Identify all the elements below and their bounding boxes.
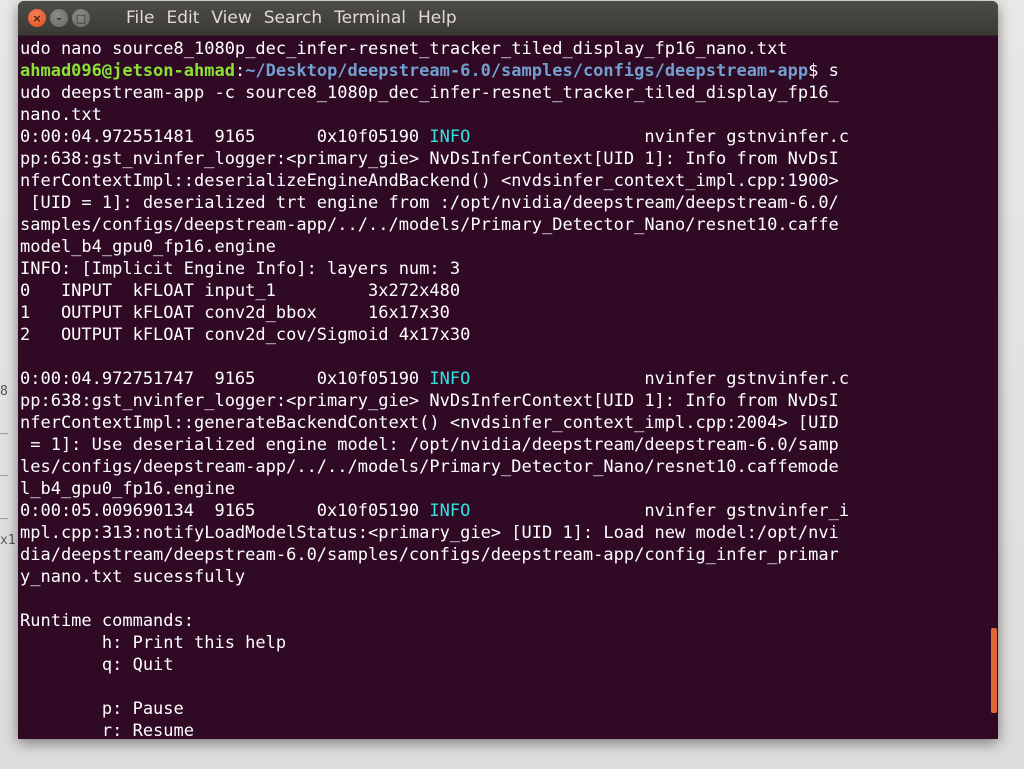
terminal-text: Runtime commands: [20, 611, 194, 631]
terminal-text: nferContextImpl::deserializeEngineAndBac… [20, 171, 839, 191]
terminal-line: les/configs/deepstream-app/../../models/… [20, 456, 984, 478]
menu-view[interactable]: View [205, 1, 257, 35]
terminal-line: l_b4_gpu0_fp16.engine [20, 478, 984, 500]
terminal-text: $ s [808, 61, 839, 81]
background-text-fragment: _ [0, 462, 8, 477]
background-text-fragment: x1 [0, 533, 16, 548]
menu-terminal[interactable]: Terminal [328, 1, 412, 35]
terminal-text: r: Resume [20, 721, 194, 739]
terminal-line: mpl.cpp:313:notifyLoadModelStatus:<prima… [20, 522, 984, 544]
terminal-text: 0:00:04.972751747 9165 0x10f05190 [20, 369, 430, 389]
terminal-line: r: Resume [20, 720, 984, 739]
terminal-line: [UID = 1]: deserialized trt engine from … [20, 192, 984, 214]
menu-help[interactable]: Help [412, 1, 463, 35]
terminal-scrollbar[interactable] [984, 36, 998, 739]
terminal-text: nano.txt [20, 105, 102, 125]
terminal-text: pp:638:gst_nvinfer_logger:<primary_gie> … [20, 149, 839, 169]
terminal-text: l_b4_gpu0_fp16.engine [20, 479, 235, 499]
prompt-user: ahmad096@jetson-ahmad [20, 61, 235, 81]
terminal-line: h: Print this help [20, 632, 984, 654]
terminal-line: INFO: [Implicit Engine Info]: layers num… [20, 258, 984, 280]
terminal-line: model_b4_gpu0_fp16.engine [20, 236, 984, 258]
terminal-text: 0 INPUT kFLOAT input_1 3x272x480 [20, 281, 461, 301]
terminal-text: pp:638:gst_nvinfer_logger:<primary_gie> … [20, 391, 839, 411]
terminal-text: nferContextImpl::generateBackendContext(… [20, 413, 839, 433]
terminal-line: 1 OUTPUT kFLOAT conv2d_bbox 16x17x30 [20, 302, 984, 324]
terminal-text: mpl.cpp:313:notifyLoadModelStatus:<prima… [20, 523, 839, 543]
terminal-text: = 1]: Use deserialized engine model: /op… [20, 435, 839, 455]
prompt-path: ~/Desktop/deepstream-6.0/samples/configs… [245, 61, 809, 81]
terminal-line: nferContextImpl::generateBackendContext(… [20, 412, 984, 434]
terminal-line: dia/deepstream/deepstream-6.0/samples/co… [20, 544, 984, 566]
terminal-line: ahmad096@jetson-ahmad:~/Desktop/deepstre… [20, 60, 984, 82]
menu-edit[interactable]: Edit [160, 1, 205, 35]
terminal-text: q: Quit [20, 655, 174, 675]
terminal-text: h: Print this help [20, 633, 287, 653]
terminal-text: les/configs/deepstream-app/../../models/… [20, 457, 839, 477]
menu-search[interactable]: Search [258, 1, 328, 35]
scrollbar-thumb[interactable] [991, 628, 997, 713]
terminal-text: model_b4_gpu0_fp16.engine [20, 237, 276, 257]
terminal-line: samples/configs/deepstream-app/../../mod… [20, 214, 984, 236]
terminal-line: nferContextImpl::deserializeEngineAndBac… [20, 170, 984, 192]
close-window-button[interactable]: × [28, 9, 46, 27]
terminal-text: 1 OUTPUT kFLOAT conv2d_bbox 16x17x30 [20, 303, 450, 323]
window-controls: × – □ [28, 9, 90, 27]
terminal-window[interactable]: × – □ File Edit View Search Terminal Hel… [18, 1, 998, 739]
background-text-fragment: _ [0, 420, 8, 435]
desktop: 8 _ _ _ x1 × – □ File Edit View Search T… [0, 0, 1024, 769]
terminal-text: : [234, 61, 246, 81]
terminal-line: nano.txt [20, 104, 984, 126]
terminal-line: 2 OUTPUT kFLOAT conv2d_cov/Sigmoid 4x17x… [20, 324, 984, 346]
terminal-text: nvinfer gstnvinfer_i [470, 501, 850, 521]
log-level-info: INFO [429, 369, 471, 389]
terminal-text: samples/configs/deepstream-app/../../mod… [20, 215, 839, 235]
menu-bar: File Edit View Search Terminal Help [120, 1, 463, 35]
log-level-info: INFO [429, 127, 471, 147]
terminal-line: q: Quit [20, 654, 984, 676]
title-bar[interactable]: × – □ File Edit View Search Terminal Hel… [18, 1, 998, 36]
background-text-fragment: 8 [0, 384, 8, 399]
terminal-line: Runtime commands: [20, 610, 984, 632]
terminal-line: udo deepstream-app -c source8_1080p_dec_… [20, 82, 984, 104]
terminal-text: udo deepstream-app -c source8_1080p_dec_… [20, 83, 839, 103]
terminal-line: 0:00:05.009690134 9165 0x10f05190 INFO n… [20, 500, 984, 522]
terminal-line: udo nano source8_1080p_dec_infer-resnet_… [20, 38, 984, 60]
terminal-line: y_nano.txt sucessfully [20, 566, 984, 588]
terminal-line: pp:638:gst_nvinfer_logger:<primary_gie> … [20, 390, 984, 412]
terminal-text: udo nano source8_1080p_dec_infer-resnet_… [20, 39, 788, 59]
terminal-text: dia/deepstream/deepstream-6.0/samples/co… [20, 545, 839, 565]
terminal-text: INFO: [Implicit Engine Info]: layers num… [20, 259, 461, 279]
terminal-text: y_nano.txt sucessfully [20, 567, 246, 587]
log-level-info: INFO [429, 501, 471, 521]
maximize-window-button[interactable]: □ [72, 9, 90, 27]
terminal-text: 0:00:04.972551481 9165 0x10f05190 [20, 127, 430, 147]
background-text-fragment: _ [0, 505, 8, 520]
terminal-line: = 1]: Use deserialized engine model: /op… [20, 434, 984, 456]
terminal-line: 0:00:04.972751747 9165 0x10f05190 INFO n… [20, 368, 984, 390]
terminal-line: 0:00:04.972551481 9165 0x10f05190 INFO n… [20, 126, 984, 148]
minimize-window-button[interactable]: – [50, 9, 68, 27]
terminal-line: p: Pause [20, 698, 984, 720]
terminal-text: 0:00:05.009690134 9165 0x10f05190 [20, 501, 430, 521]
menu-file[interactable]: File [120, 1, 160, 35]
terminal-text: nvinfer gstnvinfer.c [470, 369, 850, 389]
terminal-text: p: Pause [20, 699, 184, 719]
terminal-line: 0 INPUT kFLOAT input_1 3x272x480 [20, 280, 984, 302]
terminal-output[interactable]: udo nano source8_1080p_dec_infer-resnet_… [18, 36, 984, 739]
terminal-text: nvinfer gstnvinfer.c [470, 127, 850, 147]
terminal-line: pp:638:gst_nvinfer_logger:<primary_gie> … [20, 148, 984, 170]
terminal-text: 2 OUTPUT kFLOAT conv2d_cov/Sigmoid 4x17x… [20, 325, 471, 345]
terminal-text: [UID = 1]: deserialized trt engine from … [20, 193, 839, 213]
